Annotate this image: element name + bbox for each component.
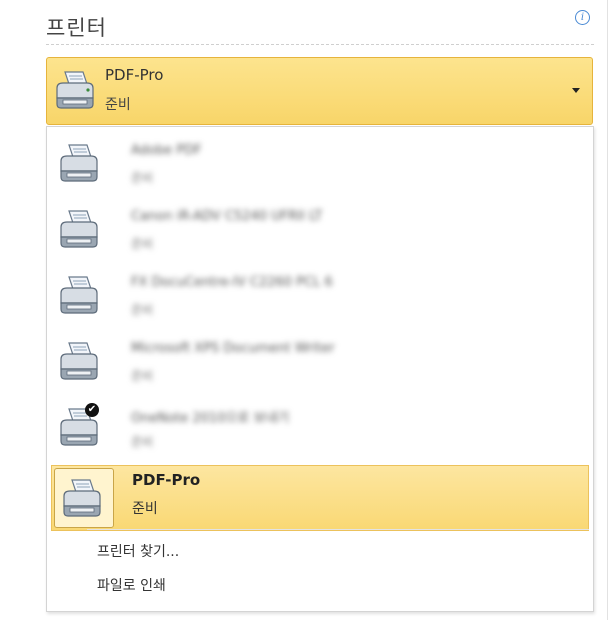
printer-name: PDF-Pro [132,471,201,489]
default-printer-check-icon: ✔ [85,403,99,417]
printer-list: Adobe PDF 준비 Canon iR-ADV C5240 UFRII LT… [46,126,594,612]
printer-icon [60,210,98,248]
chevron-down-icon [572,88,580,93]
printer-status: 준비 [131,237,154,251]
printer-item-1[interactable]: Adobe PDF 준비 [51,133,589,199]
menu-divider [87,529,589,530]
printer-item-2[interactable]: Canon iR-ADV C5240 UFRII LT 준비 [51,199,589,265]
printer-item-4[interactable]: Microsoft XPS Document Writer 준비 [51,331,589,397]
printer-name: Adobe PDF [131,143,202,158]
selected-printer-name: PDF-Pro [105,66,164,84]
printer-icon [63,479,101,517]
selected-printer-status: 준비 [105,97,131,113]
printer-status: 준비 [131,435,154,449]
printer-status: 준비 [131,369,154,383]
find-printer-link[interactable]: 프린터 찾기... [97,541,179,561]
info-icon[interactable]: i [575,10,590,25]
printer-icon [60,276,98,314]
printer-status: 준비 [131,303,154,317]
printer-name: FX DocuCentre-IV C2260 PCL 6 [131,275,333,290]
printer-item-5[interactable]: ✔ OneNote 2010으로 보내기 준비 [51,397,589,463]
section-title: 프린터 [46,16,107,40]
printer-item-selected[interactable]: PDF-Pro 준비 [51,465,589,531]
printer-item-3[interactable]: FX DocuCentre-IV C2260 PCL 6 준비 [51,265,589,331]
printer-selector-dropdown[interactable]: PDF-Pro 준비 [46,57,593,125]
printer-section-header: 프린터 i [46,10,594,45]
printer-name: Canon iR-ADV C5240 UFRII LT [131,209,323,224]
printer-icon [60,342,98,380]
printer-name: OneNote 2010으로 보내기 [131,411,290,426]
printer-icon [56,71,94,109]
printer-status: 준비 [131,171,154,185]
printer-icon [60,144,98,182]
printer-name: Microsoft XPS Document Writer [131,341,335,356]
print-to-file-option[interactable]: 파일로 인쇄 [97,575,166,595]
panel-divider [607,0,608,620]
printer-status: 준비 [132,501,158,517]
